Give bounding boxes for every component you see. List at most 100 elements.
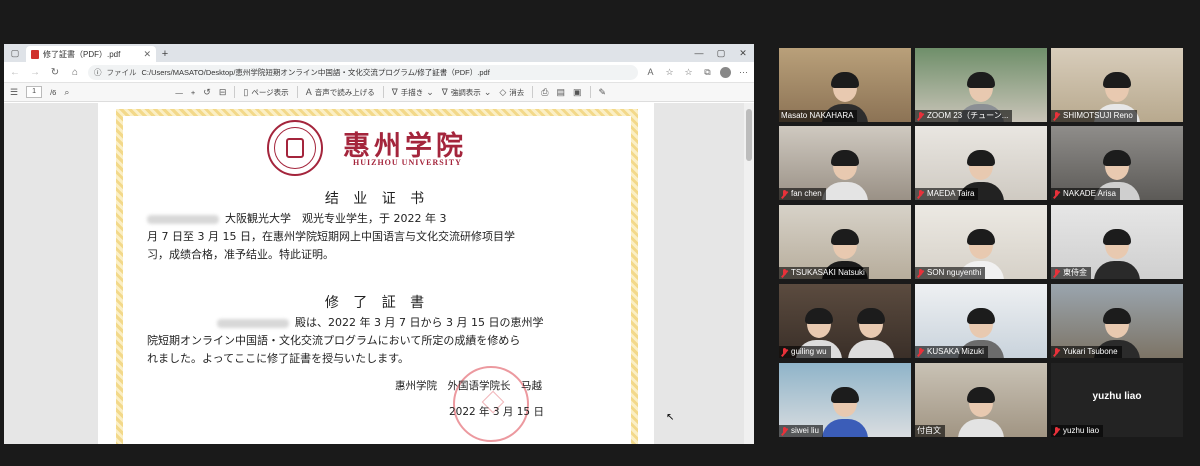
muted-mic-icon [917,189,924,199]
participant-name-label: TSUKASAKI Natsuki [779,267,869,279]
tab-title: 修了証書（PDF）.pdf [43,49,121,59]
muted-mic-icon [917,111,924,121]
read-aloud-button[interactable]: A 音声で読み上げる [306,87,375,98]
participant-video-tile[interactable]: NAKADE Arisa [1051,126,1183,200]
participant-video-tile[interactable]: SHIMOTSUJI Reno [1051,48,1183,122]
redacted-name [147,214,219,224]
address-bar[interactable]: ⓘ ファイル C:/Users/MASATO/Desktop/恵州学院短期オンラ… [88,64,638,80]
university-name-en: HUIZHOU UNIVERSITY [353,158,462,167]
draw-label: 手描き [400,87,424,97]
participant-name: MAEDA Taira [927,189,975,198]
zoom-in-button[interactable]: + [191,88,195,97]
info-icon[interactable]: ⓘ [94,67,102,78]
participant-video-tile[interactable]: yuzhu liao yuzhu liao [1051,363,1183,437]
toolbar-divider [234,86,236,98]
redacted-name [217,318,289,328]
rotate-icon[interactable]: ↺ [203,87,211,98]
certificate-body-jp: 殿は、2022 年 3 月 7 日から 3 月 15 日の恵州学 院短期オンライ… [147,314,577,368]
read-mode-icon[interactable]: A [644,67,657,77]
window-menu-icon[interactable]: ▢ [4,44,26,62]
participant-video-tile[interactable]: siwei liu [779,363,911,437]
participant-silhouette [848,308,895,358]
participant-name-label: yuzhu liao [1051,425,1104,437]
erase-button[interactable]: ◇ 消去 [499,87,524,98]
participant-name: SON nguyenthi [927,268,982,277]
url-text: C:/Users/MASATO/Desktop/恵州学院短期オンライン中国語・文… [141,67,490,77]
close-tab-icon[interactable]: ✕ [143,49,151,60]
participant-video-tile[interactable]: TSUKASAKI Natsuki [779,205,911,279]
participant-video-tile[interactable]: ZOOM 23（チューン... [915,48,1047,122]
pdf-toolbar: ☰ 1 /6 ⌕ — + ↺ ⊟ ▯ ページ表示 A 音声で読み上げる ∇ 手描… [4,83,754,102]
toolbar-divider [382,86,384,98]
save-icon[interactable]: ▤ [556,87,565,98]
zoom-out-button[interactable]: — [175,88,183,97]
more-menu-icon[interactable]: ⋯ [737,67,750,78]
pdf-viewer[interactable]: 惠州学院 HUIZHOU UNIVERSITY 结 业 证 书 大阪観光大学 观… [4,103,754,444]
certificate-body-cn: 大阪観光大学 观光专业学生，于 2022 年 3 月 7 日至 3 月 15 日… [147,210,577,264]
erase-label: 消去 [509,87,525,97]
body-jp-line: れました。よってここに修了証書を授与いたします。 [147,352,410,365]
toolbar-divider [296,86,298,98]
participant-name-label: 付自文 [915,425,945,437]
participant-video-tile[interactable]: guiling wu [779,284,911,358]
participant-video-tile[interactable]: fan chen [779,126,911,200]
certificate-content: 惠州学院 HUIZHOU UNIVERSITY 结 业 证 书 大阪観光大学 观… [123,116,631,444]
pdf-file-icon [31,49,39,59]
save-as-icon[interactable]: ▣ [573,87,582,98]
toolbar-divider [589,86,591,98]
participant-video-tile[interactable]: Masato NAKAHARA [779,48,911,122]
fit-page-icon[interactable]: ⊟ [219,87,227,98]
favorite-star-icon[interactable]: ☆ [663,67,676,78]
url-scheme: ファイル [106,67,137,77]
participant-silhouette [1094,229,1140,279]
read-aloud-label: 音声で読み上げる [314,87,375,97]
maximize-button[interactable]: ▢ [710,44,732,62]
reload-button[interactable]: ↻ [48,67,62,78]
collections-icon[interactable]: ⧉ [701,67,714,78]
muted-mic-icon [1053,268,1060,278]
muted-mic-icon [781,189,788,199]
favorites-icon[interactable]: ☆ [682,67,695,78]
read-aloud-icon: A [305,87,312,97]
participant-video-tile[interactable]: KUSAKA Mizuki [915,284,1047,358]
new-tab-button[interactable]: + [156,46,174,62]
page-view-button[interactable]: ▯ ページ表示 [243,87,288,98]
participant-name-label: KUSAKA Mizuki [915,346,988,358]
certificate-heading-jp: 修 了 証 書 [324,295,430,311]
participant-name: yuzhu liao [1063,426,1100,435]
forward-button[interactable]: → [28,67,42,78]
participant-video-tile[interactable]: MAEDA Taira [915,126,1047,200]
contents-icon[interactable]: ☰ [10,87,18,98]
page-view-label: ページ表示 [251,87,289,97]
browser-tab[interactable]: 修了証書（PDF）.pdf ✕ [26,46,156,62]
draw-button[interactable]: ∇ 手描き ⌄ [392,87,434,98]
highlight-button[interactable]: ∇ 強調表示 ⌄ [442,87,492,98]
minimize-button[interactable]: — [688,44,710,62]
body-cn-line: 月 7 日至 3 月 15 日，在惠州学院短期网上中国语言与文化交流研修项目学 [147,230,515,243]
participant-name: 付自文 [917,426,941,435]
mouse-cursor-icon: ↖ [666,412,675,423]
home-button[interactable]: ⌂ [68,67,82,78]
highlight-label: 強調表示 [450,87,481,97]
pdf-scrollbar[interactable] [744,103,754,444]
participant-video-tile[interactable]: Yukari Tsubone [1051,284,1183,358]
participant-video-tile[interactable]: 東侍金 [1051,205,1183,279]
muted-mic-icon [781,268,788,278]
no-video-display-name: yuzhu liao [1092,391,1142,402]
participant-silhouette [822,150,868,200]
close-window-button[interactable]: ✕ [732,44,754,62]
participant-video-tile[interactable]: SON nguyenthi [915,205,1047,279]
search-icon[interactable]: ⌕ [64,87,69,98]
muted-mic-icon [1053,347,1060,357]
scrollbar-thumb[interactable] [746,109,752,161]
participant-name-label: siwei liu [779,425,824,437]
page-view-icon: ▯ [243,86,249,97]
print-icon[interactable]: ⎙ [541,87,548,98]
participant-name-label: MAEDA Taira [915,188,979,200]
pin-icon[interactable]: ✎ [599,87,607,98]
page-number-input[interactable]: 1 [26,86,43,98]
participant-name: guiling wu [791,347,827,356]
back-button[interactable]: ← [8,67,22,78]
participant-video-tile[interactable]: 付自文 [915,363,1047,437]
profile-avatar[interactable] [720,66,731,78]
